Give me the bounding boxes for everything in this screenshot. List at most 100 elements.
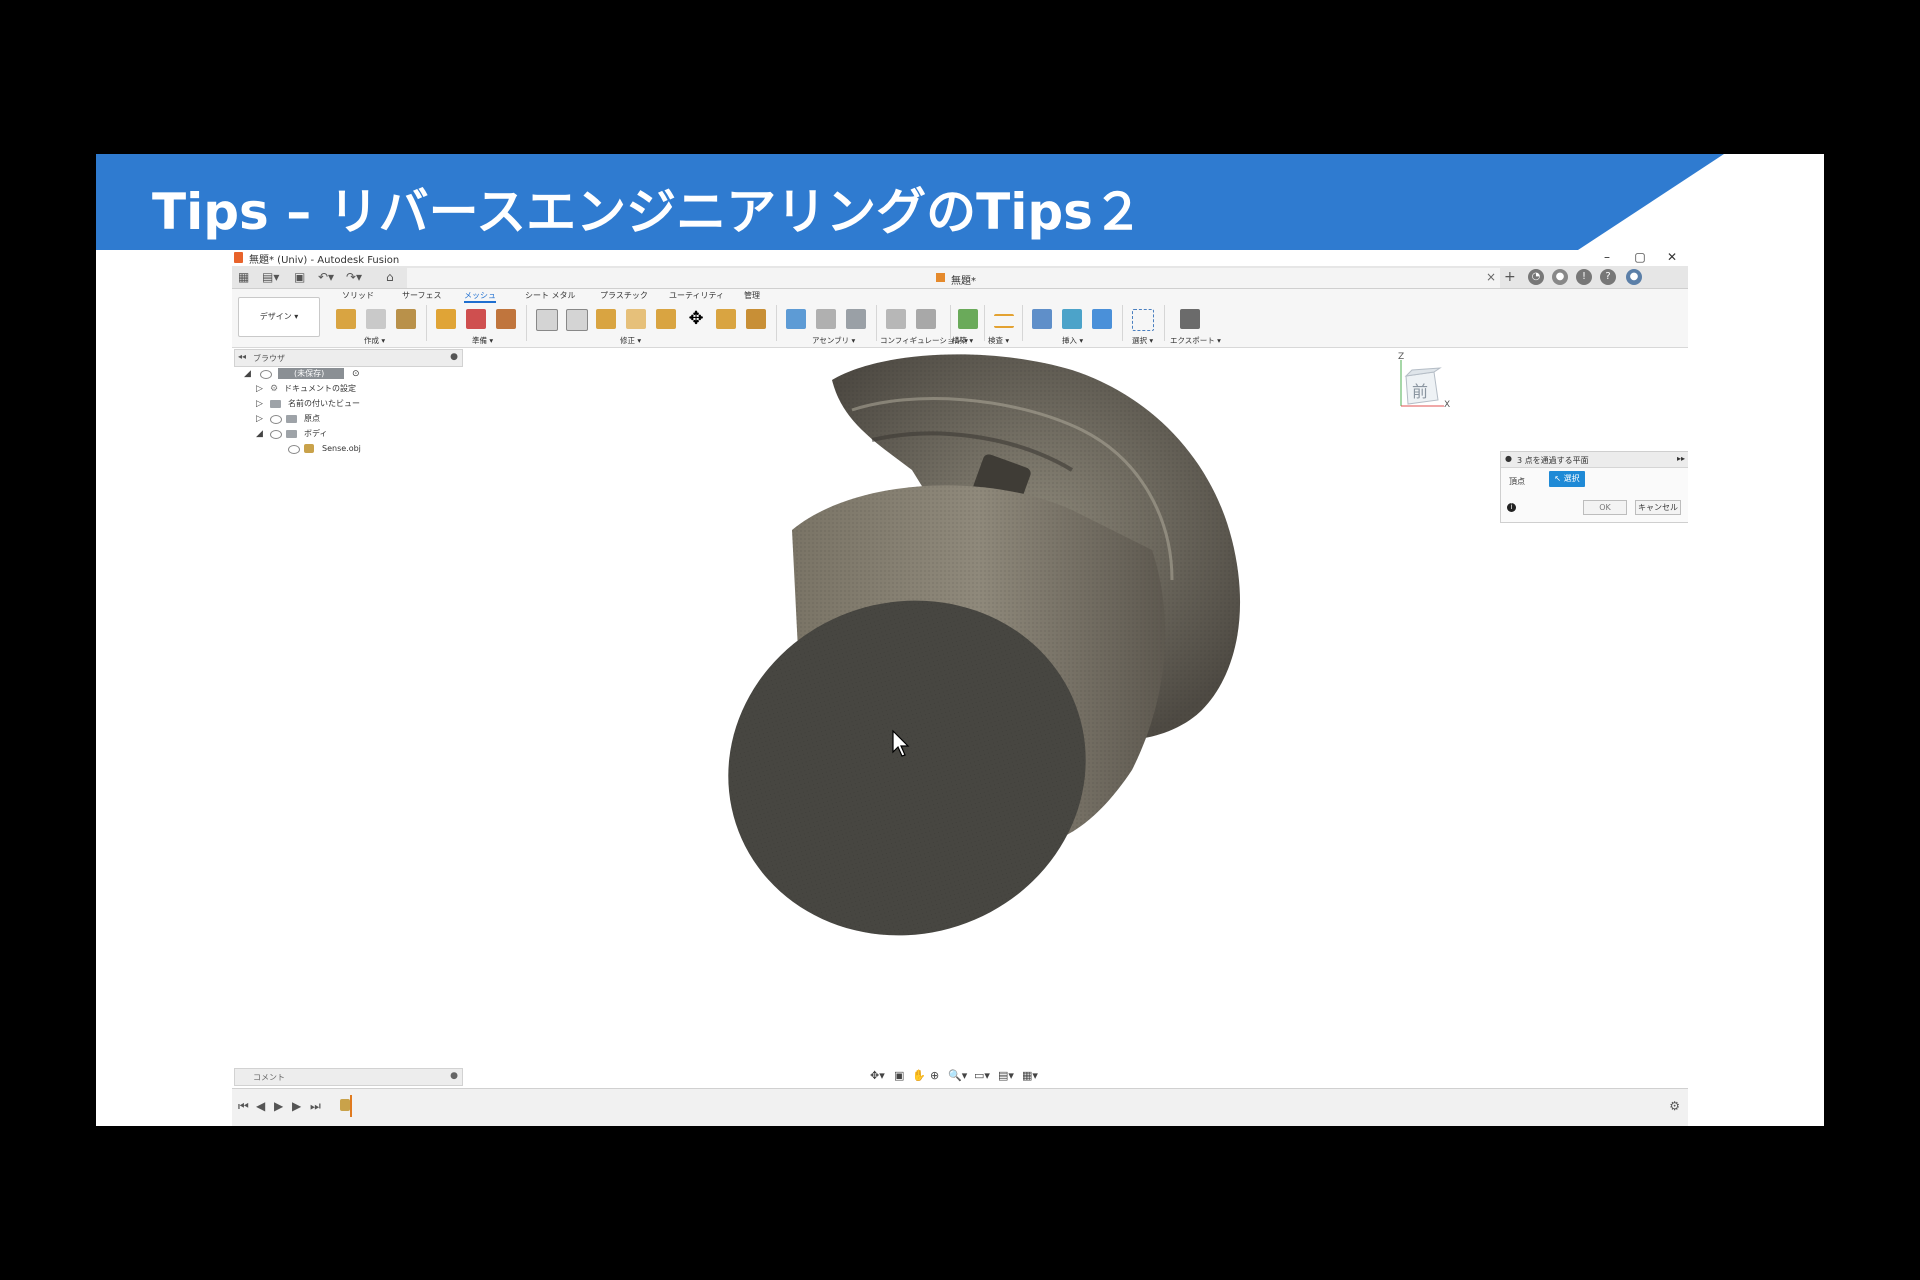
group-select[interactable]: 選択 ▾	[1132, 335, 1153, 346]
collapse-triangle-icon[interactable]: ◢	[256, 428, 263, 440]
configure-icon[interactable]	[886, 309, 906, 329]
maximize-button[interactable]: ▢	[1625, 250, 1655, 266]
play-icon[interactable]: ▶	[274, 1099, 283, 1113]
new-tab-icon[interactable]: +	[1504, 269, 1516, 285]
panel-pin-icon[interactable]: ●	[450, 1071, 458, 1081]
shell-icon[interactable]	[596, 309, 616, 329]
scale-icon[interactable]	[716, 309, 736, 329]
panel-pin-icon[interactable]: ●	[450, 352, 458, 362]
browser-panel-header[interactable]: ◂◂ ブラウザ ●	[234, 349, 463, 367]
expand-triangle-icon[interactable]: ▷	[256, 383, 263, 395]
timeline-marker[interactable]	[350, 1095, 352, 1117]
look-at-icon[interactable]: ▣	[894, 1069, 904, 1082]
viewports-icon[interactable]: ▦▾	[1022, 1069, 1038, 1082]
group-inspect[interactable]: 検査 ▾	[988, 335, 1009, 346]
tab-sheet-metal[interactable]: シート メタル	[525, 290, 576, 301]
tab-surface[interactable]: サーフェス	[402, 290, 442, 301]
ok-button[interactable]: OK	[1583, 500, 1627, 515]
redo-icon[interactable]: ↷▾	[346, 269, 362, 285]
visibility-eye-icon[interactable]	[270, 430, 282, 439]
help-icon[interactable]: ?	[1600, 269, 1616, 285]
grid-settings-icon[interactable]: ▤▾	[998, 1069, 1014, 1082]
visibility-eye-icon[interactable]	[288, 445, 300, 454]
group-assemble[interactable]: アセンブリ ▾	[812, 335, 855, 346]
group-construct[interactable]: 構築 ▾	[952, 335, 973, 346]
mesh-insert-icon[interactable]	[336, 309, 356, 329]
repair-icon[interactable]	[436, 309, 456, 329]
expand-triangle-icon[interactable]: ▷	[256, 413, 263, 425]
select-points-button[interactable]: ↖ 選択	[1549, 471, 1585, 487]
save-icon[interactable]: ▣	[294, 269, 305, 285]
tab-plastic[interactable]: プラスチック	[600, 290, 648, 301]
new-component-icon[interactable]	[786, 309, 806, 329]
convert-mesh-icon[interactable]	[746, 309, 766, 329]
offset-plane-icon[interactable]	[958, 309, 978, 329]
undo-icon[interactable]: ↶▾	[318, 269, 334, 285]
go-to-start-icon[interactable]: ⏮	[238, 1099, 249, 1114]
document-tab[interactable]: 無題* ×	[407, 268, 1500, 288]
info-icon[interactable]: i	[1507, 503, 1516, 512]
canvas-icon[interactable]	[1092, 309, 1112, 329]
app-grid-icon[interactable]: ▦	[238, 269, 249, 285]
close-button[interactable]: ✕	[1657, 250, 1687, 266]
file-menu-icon[interactable]: ▤▾	[262, 269, 279, 285]
move-icon[interactable]: ✥	[686, 309, 706, 329]
group-prepare[interactable]: 準備 ▾	[472, 335, 493, 346]
close-tab-icon[interactable]: ×	[1486, 270, 1496, 284]
activate-radio-icon[interactable]: ⊙	[352, 368, 360, 380]
group-insert[interactable]: 挿入 ▾	[1062, 335, 1083, 346]
job-status-icon[interactable]: ●	[1552, 269, 1568, 285]
tab-manage[interactable]: 管理	[744, 290, 760, 301]
smooth-icon[interactable]	[626, 309, 646, 329]
export-3d-print-icon[interactable]	[1180, 309, 1200, 329]
workspace-switcher[interactable]: デザイン ▾	[238, 297, 320, 337]
measure-icon[interactable]	[994, 314, 1014, 328]
plane-cut-icon[interactable]	[496, 309, 516, 329]
tab-mesh[interactable]: メッシュ	[464, 290, 496, 303]
combine-icon[interactable]	[656, 309, 676, 329]
home-icon[interactable]: ⌂	[386, 269, 394, 285]
joint-icon[interactable]	[816, 309, 836, 329]
insert-mesh-icon[interactable]	[1062, 309, 1082, 329]
timeline-settings-gear-icon[interactable]: ⚙	[1669, 1099, 1680, 1113]
step-forward-icon[interactable]: ▶	[292, 1099, 301, 1113]
fit-zoom-icon[interactable]: 🔍▾	[948, 1069, 967, 1082]
group-modify[interactable]: 修正 ▾	[620, 335, 641, 346]
group-create[interactable]: 作成 ▾	[364, 335, 385, 346]
visibility-eye-icon[interactable]	[260, 370, 272, 379]
insert-derive-icon[interactable]	[1032, 309, 1052, 329]
step-back-icon[interactable]: ◀	[256, 1099, 265, 1113]
form-mesh-icon[interactable]	[396, 309, 416, 329]
collapse-triangle-icon[interactable]: ◢	[244, 368, 251, 380]
expand-triangle-icon[interactable]: ▷	[256, 398, 263, 410]
tab-utility[interactable]: ユーティリティ	[669, 290, 724, 301]
comment-panel-header[interactable]: コメント ●	[234, 1068, 463, 1086]
configuration-table-icon[interactable]	[916, 309, 936, 329]
generate-face-groups-icon[interactable]	[466, 309, 486, 329]
collapse-panel-icon[interactable]: ◂◂	[238, 352, 246, 361]
expand-dialog-icon[interactable]: ▸▸	[1677, 454, 1685, 463]
tessellate-icon[interactable]	[366, 309, 386, 329]
extensions-icon[interactable]: ◔	[1528, 269, 1544, 285]
remesh-icon[interactable]	[536, 309, 558, 331]
view-cube[interactable]: Z X 前	[1382, 352, 1452, 414]
view-cube-face-front[interactable]: 前	[1412, 378, 1428, 402]
orbit-icon[interactable]: ✥▾	[870, 1069, 885, 1082]
timeline-feature-icon[interactable]	[340, 1099, 350, 1111]
zoom-window-icon[interactable]: ⊕	[930, 1069, 939, 1082]
as-built-joint-icon[interactable]	[846, 309, 866, 329]
select-icon[interactable]	[1132, 309, 1154, 331]
minimize-button[interactable]: –	[1592, 250, 1622, 266]
pan-hand-icon[interactable]: ✋	[912, 1069, 926, 1082]
user-avatar-icon[interactable]: ●	[1626, 269, 1642, 285]
display-settings-icon[interactable]: ▭▾	[974, 1069, 990, 1082]
visibility-eye-icon[interactable]	[270, 415, 282, 424]
mesh-model-viewport[interactable]	[652, 350, 1312, 970]
go-to-end-icon[interactable]: ⏭	[310, 1099, 321, 1114]
notifications-icon[interactable]: !	[1576, 269, 1592, 285]
cancel-button[interactable]: キャンセル	[1635, 500, 1681, 515]
reduce-icon[interactable]	[566, 309, 588, 331]
ribbon-separator	[1022, 305, 1023, 341]
tab-solid[interactable]: ソリッド	[342, 290, 374, 301]
group-export[interactable]: エクスポート ▾	[1170, 335, 1221, 346]
